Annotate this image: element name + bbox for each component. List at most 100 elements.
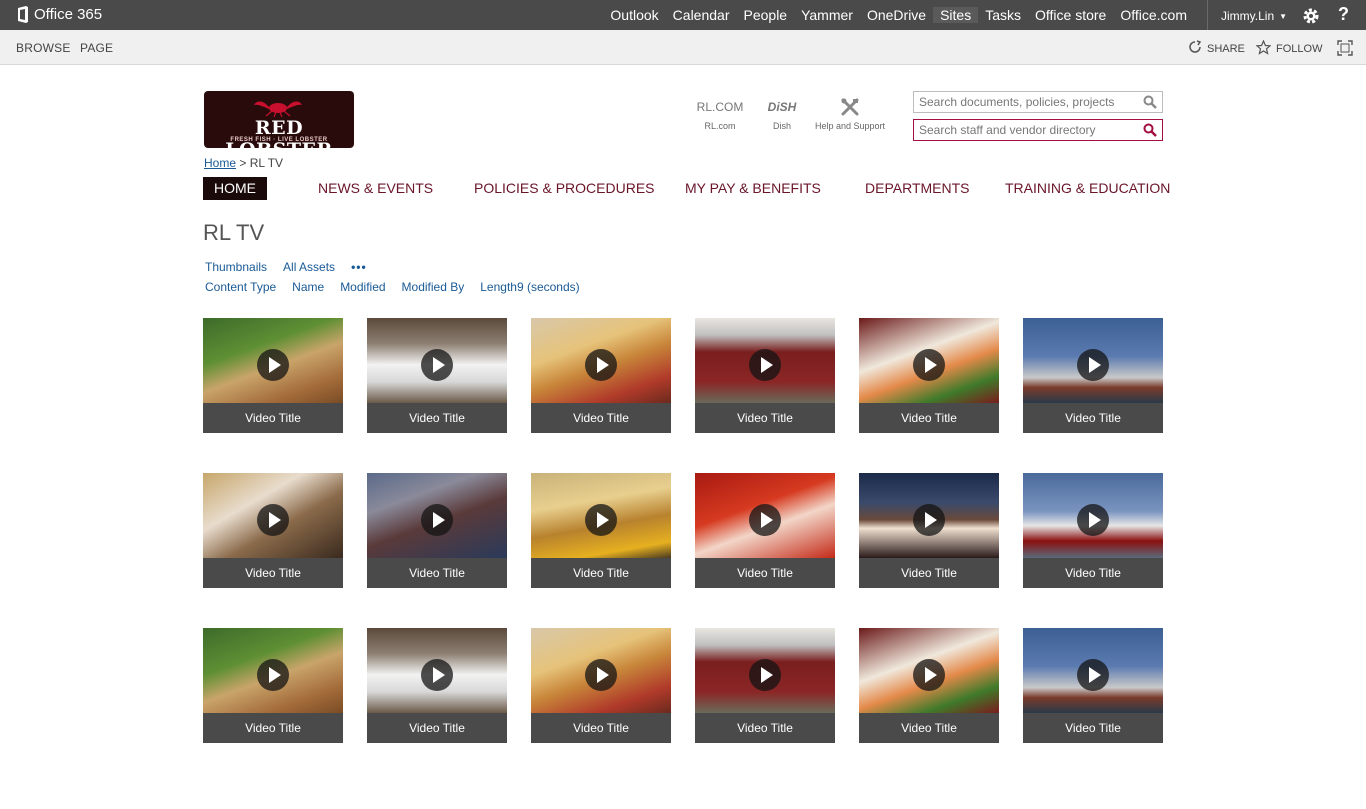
play-icon[interactable] — [421, 349, 453, 381]
suite-link-outlook[interactable]: Outlook — [603, 7, 665, 23]
video-tile[interactable]: Video Title — [859, 318, 999, 433]
suite-link-office-store[interactable]: Office store — [1028, 7, 1113, 23]
red-lobster-logo[interactable]: RED LOBSTER FRESH FISH · LIVE LOBSTER — [204, 91, 354, 148]
nav-my-pay-benefits[interactable]: MY PAY & BENEFITS — [685, 177, 821, 200]
video-tile[interactable]: Video Title — [695, 473, 835, 588]
tools-icon — [812, 97, 888, 117]
column-length[interactable]: Length9 (seconds) — [480, 280, 579, 294]
video-title[interactable]: Video Title — [203, 713, 343, 743]
quick-link-help[interactable]: Help and Support — [812, 97, 888, 131]
suite-link-sites[interactable]: Sites — [933, 7, 979, 23]
quick-link-dish[interactable]: DiSH Dish — [762, 97, 802, 131]
video-tile[interactable]: Video Title — [695, 628, 835, 743]
user-menu[interactable]: Jimmy.Lin ▼ — [1221, 9, 1287, 23]
video-tile[interactable]: Video Title — [1023, 318, 1163, 433]
video-tile[interactable]: Video Title — [531, 473, 671, 588]
video-title[interactable]: Video Title — [531, 403, 671, 433]
play-icon[interactable] — [257, 659, 289, 691]
gear-icon[interactable] — [1302, 7, 1320, 25]
suite-link-calendar[interactable]: Calendar — [666, 7, 737, 23]
search-icon[interactable] — [1143, 123, 1157, 137]
nav-home[interactable]: HOME — [203, 177, 267, 200]
nav-policies-procedures[interactable]: POLICIES & PROCEDURES — [474, 177, 655, 200]
video-title[interactable]: Video Title — [367, 558, 507, 588]
view-thumbnails[interactable]: Thumbnails — [205, 260, 267, 274]
video-title[interactable]: Video Title — [203, 403, 343, 433]
video-tile[interactable]: Video Title — [203, 473, 343, 588]
video-tile[interactable]: Video Title — [203, 318, 343, 433]
nav-news-events[interactable]: NEWS & EVENTS — [318, 177, 433, 200]
focus-mode-icon[interactable] — [1337, 40, 1353, 56]
column-modified-by[interactable]: Modified By — [402, 280, 465, 294]
video-tile[interactable]: Video Title — [1023, 628, 1163, 743]
video-title[interactable]: Video Title — [1023, 713, 1163, 743]
tab-browse[interactable]: BROWSE — [16, 41, 71, 55]
suite-link-tasks[interactable]: Tasks — [978, 7, 1028, 23]
column-modified[interactable]: Modified — [340, 280, 385, 294]
play-icon[interactable] — [913, 349, 945, 381]
video-tile[interactable]: Video Title — [859, 473, 999, 588]
search-icon[interactable] — [1143, 95, 1157, 109]
video-tile[interactable]: Video Title — [367, 318, 507, 433]
video-title[interactable]: Video Title — [203, 558, 343, 588]
play-icon[interactable] — [585, 504, 617, 536]
video-title[interactable]: Video Title — [695, 558, 835, 588]
video-tile[interactable]: Video Title — [695, 318, 835, 433]
video-title[interactable]: Video Title — [695, 713, 835, 743]
search-documents-input[interactable]: Search documents, policies, projects — [913, 91, 1163, 113]
suite-link-yammer[interactable]: Yammer — [794, 7, 860, 23]
quick-link-rlcom[interactable]: RL.COM RL.com — [695, 97, 745, 131]
play-icon[interactable] — [913, 504, 945, 536]
video-title[interactable]: Video Title — [531, 713, 671, 743]
nav-departments[interactable]: DEPARTMENTS — [865, 177, 970, 200]
more-views-ellipsis-icon[interactable]: ••• — [351, 260, 367, 274]
video-title[interactable]: Video Title — [1023, 403, 1163, 433]
play-icon[interactable] — [1077, 659, 1109, 691]
column-content-type[interactable]: Content Type — [205, 280, 276, 294]
video-title[interactable]: Video Title — [367, 403, 507, 433]
play-icon[interactable] — [1077, 504, 1109, 536]
suite-links: Outlook Calendar People Yammer OneDrive … — [603, 7, 1194, 23]
suite-link-people[interactable]: People — [737, 7, 795, 23]
play-icon[interactable] — [585, 349, 617, 381]
chevron-down-icon: ▼ — [1279, 11, 1288, 21]
office365-label: Office 365 — [34, 6, 103, 23]
suite-link-office-com[interactable]: Office.com — [1113, 7, 1194, 23]
video-title[interactable]: Video Title — [531, 558, 671, 588]
play-icon[interactable] — [257, 504, 289, 536]
play-icon[interactable] — [585, 659, 617, 691]
play-icon[interactable] — [913, 659, 945, 691]
follow-button[interactable]: FOLLOW — [1255, 39, 1322, 58]
breadcrumb-home-link[interactable]: Home — [204, 156, 236, 170]
video-tile[interactable]: Video Title — [367, 628, 507, 743]
logo-brand-text: RED LOBSTER — [225, 117, 332, 148]
office365-logo[interactable]: Office 365 — [16, 6, 102, 23]
play-icon[interactable] — [257, 349, 289, 381]
suite-link-onedrive[interactable]: OneDrive — [860, 7, 933, 23]
tab-page[interactable]: PAGE — [80, 41, 113, 55]
video-title[interactable]: Video Title — [695, 403, 835, 433]
video-title[interactable]: Video Title — [367, 713, 507, 743]
share-button[interactable]: SHARE — [1188, 40, 1245, 57]
nav-training-education[interactable]: TRAINING & EDUCATION — [1005, 177, 1170, 200]
video-tile[interactable]: Video Title — [1023, 473, 1163, 588]
play-icon[interactable] — [749, 504, 781, 536]
help-icon[interactable]: ? — [1338, 4, 1349, 25]
view-all-assets[interactable]: All Assets — [283, 260, 335, 274]
play-icon[interactable] — [749, 349, 781, 381]
video-tile[interactable]: Video Title — [203, 628, 343, 743]
video-title[interactable]: Video Title — [1023, 558, 1163, 588]
video-tile[interactable]: Video Title — [531, 318, 671, 433]
play-icon[interactable] — [421, 659, 453, 691]
video-tile[interactable]: Video Title — [531, 628, 671, 743]
video-tile[interactable]: Video Title — [367, 473, 507, 588]
video-title[interactable]: Video Title — [859, 403, 999, 433]
play-icon[interactable] — [421, 504, 453, 536]
column-name[interactable]: Name — [292, 280, 324, 294]
play-icon[interactable] — [1077, 349, 1109, 381]
video-tile[interactable]: Video Title — [859, 628, 999, 743]
search-staff-input[interactable]: Search staff and vendor directory — [913, 119, 1163, 141]
play-icon[interactable] — [749, 659, 781, 691]
video-title[interactable]: Video Title — [859, 558, 999, 588]
video-title[interactable]: Video Title — [859, 713, 999, 743]
